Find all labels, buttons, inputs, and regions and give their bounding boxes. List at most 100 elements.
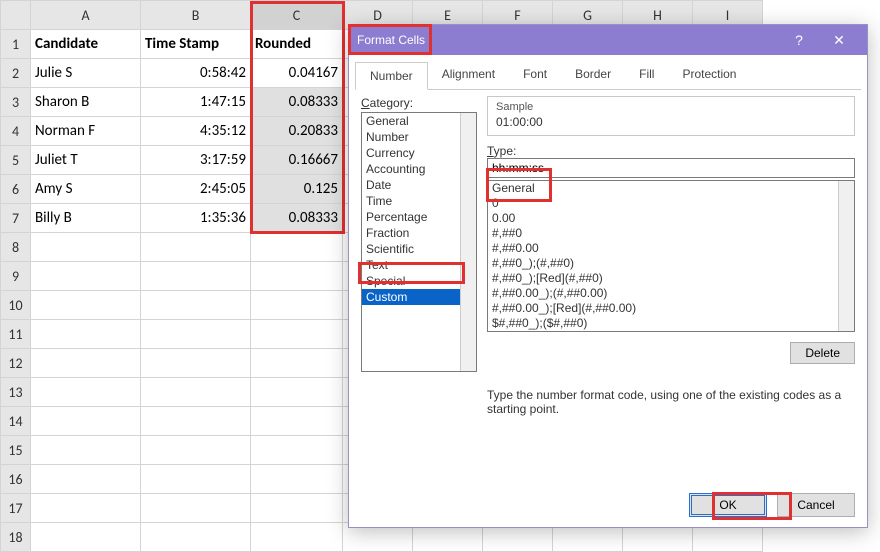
- cell[interactable]: Time Stamp: [141, 30, 251, 59]
- cell[interactable]: [251, 494, 343, 523]
- cell[interactable]: [31, 233, 141, 262]
- cell[interactable]: 0.20833: [251, 117, 343, 146]
- format-item[interactable]: #,##0.00: [488, 241, 854, 256]
- col-header-C[interactable]: C: [251, 1, 343, 30]
- row-header[interactable]: 7: [1, 204, 31, 233]
- scroll-up-icon[interactable]: ˄: [841, 182, 852, 194]
- ok-button[interactable]: OK: [689, 493, 767, 517]
- cell[interactable]: [251, 523, 343, 552]
- tab-border[interactable]: Border: [561, 61, 625, 89]
- tab-alignment[interactable]: Alignment: [428, 61, 509, 89]
- category-accounting[interactable]: Accounting: [362, 161, 476, 177]
- cell[interactable]: [31, 320, 141, 349]
- scroll-down-icon[interactable]: ˅: [463, 358, 474, 370]
- cell[interactable]: [251, 465, 343, 494]
- scroll-down-icon[interactable]: ˅: [841, 318, 852, 330]
- cell[interactable]: [251, 436, 343, 465]
- cell[interactable]: [251, 320, 343, 349]
- row-header[interactable]: 14: [1, 407, 31, 436]
- row-header[interactable]: 9: [1, 262, 31, 291]
- cell[interactable]: 0.08333: [251, 88, 343, 117]
- cell[interactable]: [141, 291, 251, 320]
- cell[interactable]: [31, 407, 141, 436]
- delete-button[interactable]: Delete: [790, 342, 855, 364]
- row-header[interactable]: 18: [1, 523, 31, 552]
- format-code-list[interactable]: General 0 0.00 #,##0 #,##0.00 #,##0_);(#…: [487, 180, 855, 332]
- row-header[interactable]: 2: [1, 59, 31, 88]
- tab-font[interactable]: Font: [509, 61, 561, 89]
- cell[interactable]: 4:35:12: [141, 117, 251, 146]
- format-item[interactable]: #,##0_);[Red](#,##0): [488, 271, 854, 286]
- cell[interactable]: [141, 523, 251, 552]
- cell[interactable]: 0.16667: [251, 146, 343, 175]
- format-item[interactable]: 0: [488, 196, 854, 211]
- cell[interactable]: [31, 523, 141, 552]
- row-header[interactable]: 6: [1, 175, 31, 204]
- cell[interactable]: 0.125: [251, 175, 343, 204]
- cell[interactable]: 0:58:42: [141, 59, 251, 88]
- category-number[interactable]: Number: [362, 129, 476, 145]
- cell[interactable]: [251, 349, 343, 378]
- cell[interactable]: [251, 233, 343, 262]
- format-item[interactable]: $#,##0_);($#,##0): [488, 316, 854, 331]
- scroll-up-icon[interactable]: ˄: [463, 114, 474, 126]
- cell[interactable]: [141, 407, 251, 436]
- row-header[interactable]: 8: [1, 233, 31, 262]
- cell[interactable]: [31, 262, 141, 291]
- cell[interactable]: [31, 291, 141, 320]
- category-scientific[interactable]: Scientific: [362, 241, 476, 257]
- active-cell[interactable]: 0.04167: [251, 59, 343, 88]
- format-item[interactable]: #,##0_);(#,##0): [488, 256, 854, 271]
- format-item[interactable]: General: [488, 181, 854, 196]
- category-fraction[interactable]: Fraction: [362, 225, 476, 241]
- close-button[interactable]: ✕: [819, 32, 859, 49]
- col-header-B[interactable]: B: [141, 1, 251, 30]
- cell[interactable]: 1:35:36: [141, 204, 251, 233]
- row-header[interactable]: 4: [1, 117, 31, 146]
- cell[interactable]: Julie S: [31, 59, 141, 88]
- cell[interactable]: Candidate: [31, 30, 141, 59]
- row-header[interactable]: 15: [1, 436, 31, 465]
- row-header[interactable]: 17: [1, 494, 31, 523]
- help-button[interactable]: ?: [779, 32, 819, 48]
- cell[interactable]: Amy S: [31, 175, 141, 204]
- category-text[interactable]: Text: [362, 257, 476, 273]
- category-general[interactable]: General: [362, 113, 476, 129]
- cell[interactable]: [251, 378, 343, 407]
- cell[interactable]: [251, 262, 343, 291]
- cell[interactable]: [251, 291, 343, 320]
- cell[interactable]: Juliet T: [31, 146, 141, 175]
- cell[interactable]: [31, 378, 141, 407]
- row-header[interactable]: 5: [1, 146, 31, 175]
- cell[interactable]: Sharon B: [31, 88, 141, 117]
- cell[interactable]: [141, 233, 251, 262]
- category-custom[interactable]: Custom: [362, 289, 476, 305]
- col-header-A[interactable]: A: [31, 1, 141, 30]
- cancel-button[interactable]: Cancel: [777, 493, 855, 517]
- tab-number[interactable]: Number: [355, 62, 428, 90]
- format-item[interactable]: #,##0.00_);(#,##0.00): [488, 286, 854, 301]
- cell[interactable]: [31, 349, 141, 378]
- cell[interactable]: 3:17:59: [141, 146, 251, 175]
- row-header[interactable]: 11: [1, 320, 31, 349]
- cell[interactable]: [251, 407, 343, 436]
- category-currency[interactable]: Currency: [362, 145, 476, 161]
- format-item[interactable]: 0.00: [488, 211, 854, 226]
- row-header[interactable]: 16: [1, 465, 31, 494]
- cell[interactable]: [141, 349, 251, 378]
- cell[interactable]: [141, 465, 251, 494]
- row-header[interactable]: 3: [1, 88, 31, 117]
- cell[interactable]: [141, 436, 251, 465]
- cell[interactable]: [141, 378, 251, 407]
- cell[interactable]: [31, 436, 141, 465]
- cell[interactable]: [141, 320, 251, 349]
- format-item[interactable]: #,##0.00_);[Red](#,##0.00): [488, 301, 854, 316]
- tab-fill[interactable]: Fill: [625, 61, 668, 89]
- cell[interactable]: 2:45:05: [141, 175, 251, 204]
- row-header[interactable]: 1: [1, 30, 31, 59]
- select-all-corner[interactable]: [1, 1, 31, 30]
- cell[interactable]: [31, 494, 141, 523]
- cell[interactable]: Billy B: [31, 204, 141, 233]
- tab-protection[interactable]: Protection: [668, 61, 750, 89]
- cell[interactable]: [31, 465, 141, 494]
